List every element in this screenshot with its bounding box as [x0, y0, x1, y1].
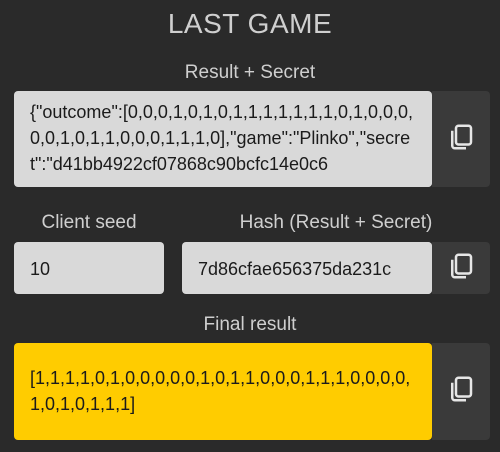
- result-secret-value: {"outcome":[0,0,0,1,0,1,0,1,1,1,1,1,1,1,…: [30, 102, 414, 174]
- final-result-label: Final result: [203, 314, 297, 335]
- client-seed-label: Client seed: [41, 212, 137, 233]
- copy-result-secret-button[interactable]: [432, 91, 490, 187]
- hash-field[interactable]: 7d86cfae656375da231c: [182, 242, 432, 294]
- page-title: LAST GAME: [167, 8, 333, 39]
- hash-label: Hash (Result + Secret): [239, 212, 433, 233]
- client-seed-value: 10: [30, 259, 51, 279]
- copy-icon: [446, 122, 476, 157]
- copy-hash-button[interactable]: [432, 242, 490, 294]
- result-secret-label: Result + Secret: [184, 62, 316, 83]
- copy-final-result-button[interactable]: [432, 343, 490, 440]
- copy-icon: [446, 251, 476, 286]
- final-result-field[interactable]: [1,1,1,1,0,1,0,0,0,0,0,1,0,1,1,0,0,0,1,1…: [14, 343, 432, 440]
- client-seed-field[interactable]: 10: [14, 242, 164, 294]
- final-result-value: [1,1,1,1,0,1,0,0,0,0,0,1,0,1,1,0,0,0,1,1…: [30, 368, 411, 414]
- hash-value: 7d86cfae656375da231c: [198, 259, 392, 279]
- copy-icon: [446, 374, 476, 409]
- result-secret-field[interactable]: {"outcome":[0,0,0,1,0,1,0,1,1,1,1,1,1,1,…: [14, 91, 432, 187]
